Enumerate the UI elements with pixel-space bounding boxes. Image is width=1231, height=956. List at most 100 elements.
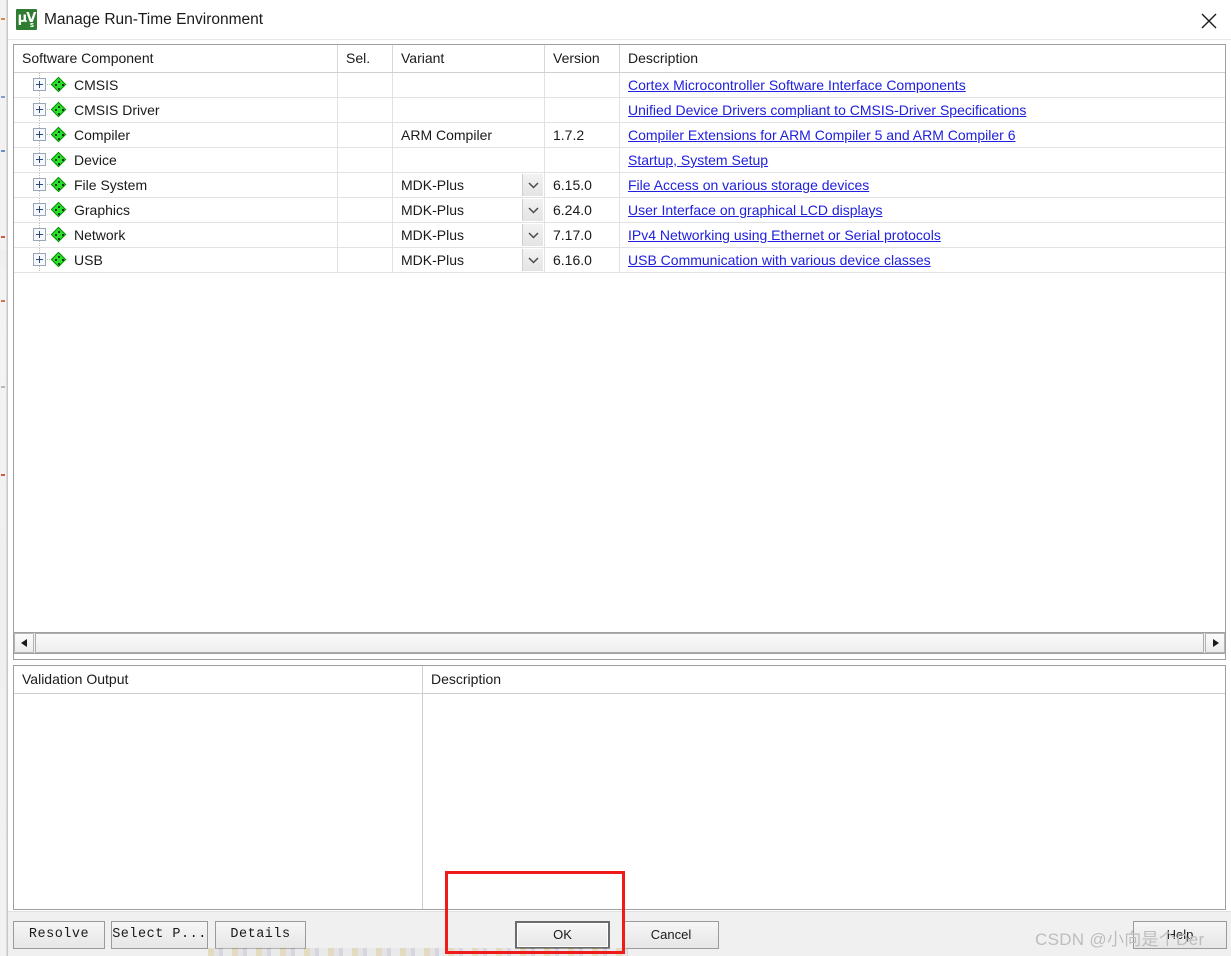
version-cell [545, 148, 620, 172]
arrow-right-icon[interactable] [1205, 633, 1225, 653]
variant-cell[interactable]: MDK-Plus [393, 173, 545, 197]
variant-value: MDK-Plus [401, 177, 465, 193]
column-header-version[interactable]: Version [545, 45, 620, 72]
variant-cell[interactable]: MDK-Plus [393, 248, 545, 272]
manage-runtime-environment-dialog: μV s Manage Run-Time Environment Softwar… [7, 0, 1231, 956]
component-diamond-icon [50, 201, 67, 218]
cancel-button[interactable]: Cancel [623, 921, 719, 949]
expand-icon[interactable] [33, 228, 46, 241]
component-diamond-icon [50, 226, 67, 243]
ok-button[interactable]: OK [515, 921, 610, 949]
component-name: Compiler [74, 127, 131, 143]
component-name: USB [74, 252, 103, 268]
component-cell[interactable]: Graphics [14, 198, 338, 222]
expand-icon[interactable] [33, 103, 46, 116]
chevron-down-icon[interactable] [522, 249, 543, 271]
scrollbar-thumb[interactable] [35, 633, 1204, 653]
details-button[interactable]: Details [215, 921, 306, 949]
description-cell: Cortex Microcontroller Software Interfac… [620, 73, 1225, 97]
version-cell: 6.24.0 [545, 198, 620, 222]
variant-cell[interactable]: MDK-Plus [393, 198, 545, 222]
description-cell: Unified Device Drivers compliant to CMSI… [620, 98, 1225, 122]
description-link[interactable]: File Access on various storage devices [628, 177, 869, 193]
tree-row[interactable]: CMSIS Cortex Microcontroller Software Int… [14, 73, 1225, 98]
component-cell[interactable]: Device [14, 148, 338, 172]
sel-checkbox-cell[interactable] [338, 173, 393, 197]
expand-icon[interactable] [33, 203, 46, 216]
component-cell[interactable]: File System [14, 173, 338, 197]
expand-icon[interactable] [33, 153, 46, 166]
variant-cell[interactable] [393, 73, 545, 97]
variant-cell[interactable]: MDK-Plus [393, 223, 545, 247]
description-link[interactable]: USB Communication with various device cl… [628, 252, 931, 268]
variant-value: ARM Compiler [401, 127, 493, 143]
tree-row[interactable]: Device Startup, System Setup [14, 148, 1225, 173]
chevron-down-icon[interactable] [522, 224, 543, 246]
description-link[interactable]: Startup, System Setup [628, 152, 768, 168]
tree-row[interactable]: Network MDK-Plus 7.17.0 IPv4 Networking usi… [14, 223, 1225, 248]
tree-row[interactable]: Compiler ARM Compiler 1.7.2 Compiler Extens… [14, 123, 1225, 148]
variant-value: MDK-Plus [401, 252, 465, 268]
variant-cell[interactable]: ARM Compiler [393, 123, 545, 147]
sel-checkbox-cell[interactable] [338, 223, 393, 247]
tree-guide-line [39, 166, 40, 172]
sel-checkbox-cell[interactable] [338, 73, 393, 97]
description-link[interactable]: Compiler Extensions for ARM Compiler 5 a… [628, 127, 1015, 143]
tree-guide-line [39, 241, 40, 247]
tree-row[interactable]: File System MDK-Plus 6.15.0 File Access on … [14, 173, 1225, 198]
variant-cell[interactable] [393, 98, 545, 122]
description-link[interactable]: Cortex Microcontroller Software Interfac… [628, 77, 966, 93]
tree-row[interactable]: Graphics MDK-Plus 6.24.0 User Interface on … [14, 198, 1225, 223]
sel-checkbox-cell[interactable] [338, 248, 393, 272]
arrow-left-icon[interactable] [14, 633, 34, 653]
title-bar: μV s Manage Run-Time Environment [8, 0, 1231, 40]
sel-checkbox-cell[interactable] [338, 123, 393, 147]
component-diamond-icon [50, 176, 67, 193]
component-cell[interactable]: Network [14, 223, 338, 247]
horizontal-scrollbar[interactable] [13, 632, 1226, 654]
sel-checkbox-cell[interactable] [338, 148, 393, 172]
component-cell[interactable]: Compiler [14, 123, 338, 147]
component-diamond-icon [50, 151, 67, 168]
expand-icon[interactable] [33, 253, 46, 266]
column-header-variant[interactable]: Variant [393, 45, 545, 72]
component-cell[interactable]: CMSIS [14, 73, 338, 97]
variant-cell[interactable] [393, 148, 545, 172]
column-header-software-component[interactable]: Software Component [14, 45, 338, 72]
expand-icon[interactable] [33, 78, 46, 91]
column-header-description[interactable]: Description [620, 45, 1225, 72]
column-header-sel[interactable]: Sel. [338, 45, 393, 72]
description-link[interactable]: IPv4 Networking using Ethernet or Serial… [628, 227, 941, 243]
description-link[interactable]: User Interface on graphical LCD displays [628, 202, 882, 218]
component-name: File System [74, 177, 148, 193]
sel-checkbox-cell[interactable] [338, 98, 393, 122]
tree-body: CMSIS Cortex Microcontroller Software Int… [14, 73, 1225, 273]
expand-icon[interactable] [33, 128, 46, 141]
version-cell: 6.16.0 [545, 248, 620, 272]
description-link[interactable]: Unified Device Drivers compliant to CMSI… [628, 102, 1026, 118]
variant-value: MDK-Plus [401, 202, 465, 218]
version-cell: 6.15.0 [545, 173, 620, 197]
component-cell[interactable]: CMSIS Driver [14, 98, 338, 122]
description-cell: Compiler Extensions for ARM Compiler 5 a… [620, 123, 1225, 147]
component-diamond-icon [50, 251, 67, 268]
chevron-down-icon[interactable] [522, 174, 543, 196]
tree-header-row: Software Component Sel. Variant Version Desc… [14, 45, 1225, 73]
tree-row[interactable]: USB MDK-Plus 6.16.0 USB Communication with … [14, 248, 1225, 273]
variant-value: MDK-Plus [401, 227, 465, 243]
validation-column-divider [422, 666, 423, 909]
chevron-down-icon[interactable] [522, 199, 543, 221]
select-packs-button[interactable]: Select P... [111, 921, 208, 949]
close-icon[interactable] [1186, 0, 1231, 40]
description-cell: IPv4 Networking using Ethernet or Serial… [620, 223, 1225, 247]
validation-output-column-header: Validation Output [22, 671, 129, 687]
tree-row[interactable]: CMSIS Driver Unified Device Drivers compl… [14, 98, 1225, 123]
component-cell[interactable]: USB [14, 248, 338, 272]
component-diamond-icon [50, 101, 67, 118]
description-cell: Startup, System Setup [620, 148, 1225, 172]
version-cell: 7.17.0 [545, 223, 620, 247]
validation-description-column-header: Description [431, 671, 502, 687]
sel-checkbox-cell[interactable] [338, 198, 393, 222]
expand-icon[interactable] [33, 178, 46, 191]
resolve-button[interactable]: Resolve [13, 921, 105, 949]
